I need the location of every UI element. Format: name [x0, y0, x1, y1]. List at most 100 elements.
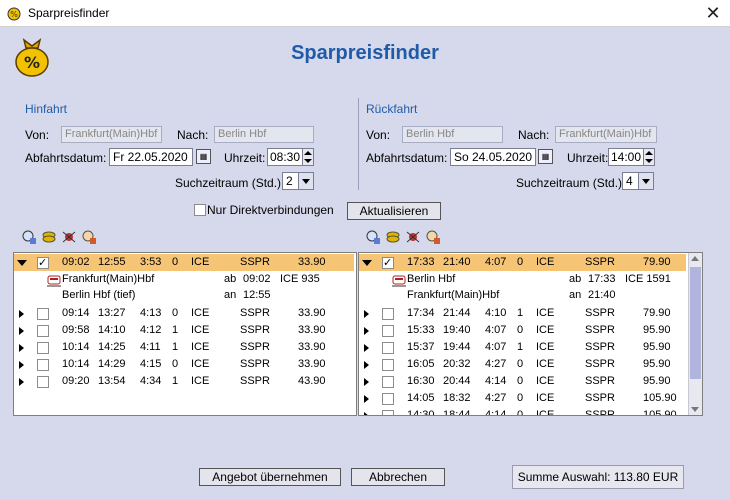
- table-row[interactable]: 15:33 19:40 4:07 0 ICE SSPR 95.90: [359, 322, 686, 339]
- changes: 0: [517, 375, 524, 387]
- hinfahrt-time-spinner[interactable]: [302, 148, 314, 166]
- direct-only-checkbox[interactable]: [194, 204, 206, 216]
- add-connection-icon[interactable]: [22, 230, 36, 244]
- hinfahrt-date-field[interactable]: Fr 22.05.2020: [109, 148, 193, 166]
- expand-icon[interactable]: [364, 344, 369, 352]
- window-title: Sparpreisfinder: [28, 6, 110, 20]
- sparpreisfinder-window: % Sparpreisfinder ✕ % Sparpreisfinder Hi…: [0, 0, 730, 500]
- rueckfahrt-von-label: Von:: [366, 128, 391, 142]
- bug-icon[interactable]: [406, 230, 420, 244]
- calendar-icon[interactable]: ▦: [196, 149, 211, 164]
- bug-icon[interactable]: [62, 230, 76, 244]
- row-checkbox[interactable]: [37, 308, 49, 320]
- hinfahrt-nach-field[interactable]: Berlin Hbf: [214, 126, 314, 143]
- expand-icon[interactable]: [364, 395, 369, 403]
- refresh-button[interactable]: Aktualisieren: [347, 202, 441, 220]
- table-row[interactable]: 17:34 21:44 4:10 1 ICE SSPR 79.90: [359, 305, 686, 322]
- table-row[interactable]: 16:05 20:32 4:27 0 ICE SSPR 95.90: [359, 356, 686, 373]
- table-row[interactable]: 16:30 20:44 4:14 0 ICE SSPR 95.90: [359, 373, 686, 390]
- chevron-down-icon[interactable]: [638, 173, 653, 189]
- expand-icon[interactable]: [19, 327, 24, 335]
- chevron-down-icon[interactable]: [298, 173, 313, 189]
- outbound-selected-row[interactable]: 09:02 12:55 3:53 0 ICE SSPR 33.90: [14, 254, 354, 272]
- row-checkbox[interactable]: [37, 376, 49, 388]
- price: 105.90: [643, 392, 677, 404]
- table-row[interactable]: 10:14 14:25 4:11 1 ICE SSPR 33.90: [14, 339, 354, 356]
- hinfahrt-range-select[interactable]: 2: [282, 172, 314, 190]
- duration: 4:15: [140, 358, 162, 370]
- table-row[interactable]: 14:05 18:32 4:27 0 ICE SSPR 105.90: [359, 390, 686, 407]
- expand-icon[interactable]: [19, 378, 24, 386]
- hinfahrt-von-label: Von:: [25, 128, 50, 142]
- calendar-icon[interactable]: ▦: [538, 149, 553, 164]
- rueckfahrt-von-field[interactable]: Berlin Hbf: [402, 126, 503, 143]
- duration: 4:34: [140, 375, 162, 387]
- coin-icon[interactable]: [42, 230, 56, 244]
- expand-icon[interactable]: [19, 361, 24, 369]
- expand-icon[interactable]: [19, 344, 24, 352]
- page-title: Sparpreisfinder: [291, 42, 439, 64]
- train-type: ICE: [536, 392, 555, 404]
- outbound-selected-checkbox[interactable]: [37, 255, 49, 272]
- row-checkbox[interactable]: [37, 359, 49, 371]
- duration: 4:14: [485, 375, 507, 387]
- expand-icon[interactable]: [19, 310, 24, 318]
- rueckfahrt-time-field[interactable]: 14:00: [608, 148, 646, 166]
- train-info-icon[interactable]: [426, 230, 440, 244]
- expand-icon[interactable]: [364, 310, 369, 318]
- detail-train: ICE 935: [280, 273, 320, 285]
- add-connection-icon[interactable]: [366, 230, 380, 244]
- arr-time: 19:40: [443, 324, 471, 336]
- cancel-button[interactable]: Abbrechen: [351, 468, 445, 486]
- row-checkbox[interactable]: [382, 342, 394, 354]
- coin-icon[interactable]: [386, 230, 400, 244]
- scroll-thumb[interactable]: [690, 267, 701, 379]
- rueckfahrt-nach-label: Nach:: [518, 128, 550, 142]
- scroll-down-icon[interactable]: [691, 407, 699, 412]
- dep-time: 17:34: [407, 307, 435, 319]
- price: 43.90: [298, 375, 326, 387]
- row-checkbox[interactable]: [382, 393, 394, 405]
- return-selected-checkbox[interactable]: [382, 255, 394, 272]
- dep-time: 14:05: [407, 392, 435, 404]
- rueckfahrt-nach-field[interactable]: Frankfurt(Main)Hbf: [555, 126, 657, 143]
- table-row[interactable]: 15:37 19:44 4:07 1 ICE SSPR 95.90: [359, 339, 686, 356]
- row-checkbox[interactable]: [382, 308, 394, 320]
- expand-icon[interactable]: [364, 412, 369, 415]
- hinfahrt-time-label: Uhrzeit:: [224, 151, 266, 165]
- return-connections-list[interactable]: 17:33 21:40 4:07 0 ICE SSPR 79.90 Berlin…: [358, 252, 703, 416]
- expand-icon[interactable]: [364, 361, 369, 369]
- table-row[interactable]: 09:14 13:27 4:13 0 ICE SSPR 33.90: [14, 305, 354, 322]
- expand-icon[interactable]: [364, 378, 369, 386]
- collapse-icon[interactable]: [362, 260, 372, 266]
- table-row[interactable]: 10:14 14:29 4:15 0 ICE SSPR 33.90: [14, 356, 354, 373]
- train-info-icon[interactable]: [82, 230, 96, 244]
- return-list-scrollbar[interactable]: [688, 253, 702, 415]
- outbound-connections-list[interactable]: 09:02 12:55 3:53 0 ICE SSPR 33.90 Frankf…: [13, 252, 357, 416]
- expand-icon[interactable]: [364, 327, 369, 335]
- row-checkbox[interactable]: [382, 376, 394, 388]
- accept-offer-button[interactable]: Angebot übernehmen: [199, 468, 341, 486]
- table-row[interactable]: 09:58 14:10 4:12 1 ICE SSPR 33.90: [14, 322, 354, 339]
- row-checkbox[interactable]: [37, 325, 49, 337]
- changes: 1: [172, 324, 179, 336]
- row-checkbox[interactable]: [37, 342, 49, 354]
- return-selected-row[interactable]: 17:33 21:40 4:07 0 ICE SSPR 79.90: [359, 254, 686, 272]
- rueckfahrt-time-spinner[interactable]: [643, 148, 655, 166]
- table-row[interactable]: 14:30 18:44 4:14 0 ICE SSPR 105.90: [359, 407, 686, 415]
- rueckfahrt-date-field[interactable]: So 24.05.2020: [450, 148, 536, 166]
- changes: 0: [172, 256, 179, 268]
- table-row[interactable]: 09:20 13:54 4:34 1 ICE SSPR 43.90: [14, 373, 354, 390]
- fare-type: SSPR: [585, 341, 615, 353]
- detail-train: ICE 1591: [625, 273, 671, 285]
- scroll-up-icon[interactable]: [691, 256, 699, 261]
- close-icon[interactable]: ✕: [696, 0, 730, 26]
- collapse-icon[interactable]: [17, 260, 27, 266]
- row-checkbox[interactable]: [382, 325, 394, 337]
- row-checkbox[interactable]: [382, 410, 394, 415]
- row-checkbox[interactable]: [382, 359, 394, 371]
- changes: 0: [517, 256, 524, 268]
- hinfahrt-time-field[interactable]: 08:30: [267, 148, 305, 166]
- rueckfahrt-range-select[interactable]: 4: [622, 172, 654, 190]
- hinfahrt-von-field[interactable]: Frankfurt(Main)Hbf: [61, 126, 162, 143]
